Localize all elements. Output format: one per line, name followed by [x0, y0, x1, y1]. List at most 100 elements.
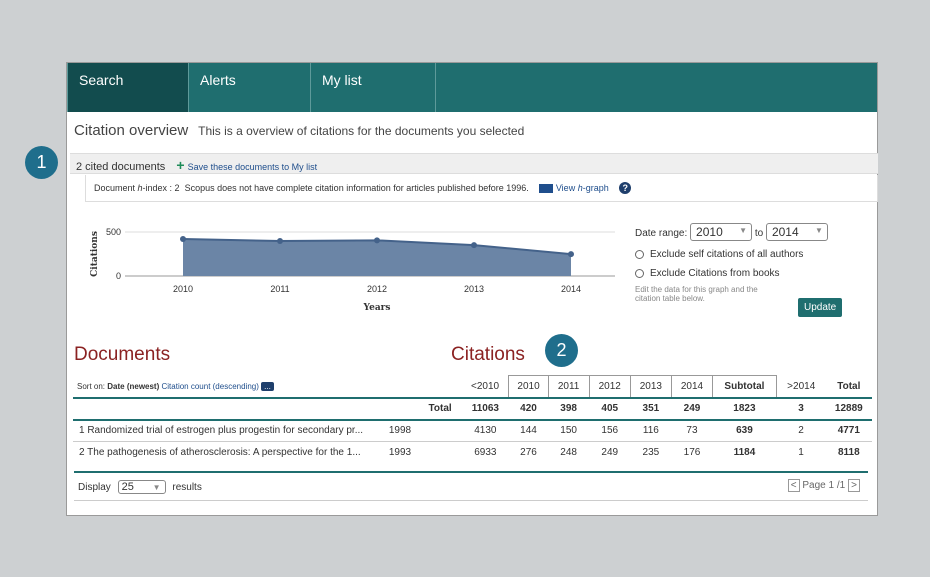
table-cell: 4771 — [825, 419, 872, 442]
citation-overview-panel: Search Alerts My list Citation overview … — [66, 62, 878, 516]
col-header[interactable]: Total — [825, 375, 872, 399]
date-to-select[interactable]: 2014 ▼ — [765, 223, 828, 241]
save-to-list-link[interactable]: Save these documents to My list — [188, 162, 318, 172]
checkbox[interactable] — [635, 268, 644, 278]
view-hgraph-link[interactable]: View h-graph — [556, 183, 609, 193]
marker-2: 2 — [545, 334, 578, 367]
graph-icon[interactable] — [539, 184, 554, 194]
total-row: Total 11063 420 398 405 351 249 1823 3 1… — [73, 397, 872, 421]
table-cell: 249 — [601, 447, 619, 459]
table-cell: 144 — [508, 419, 549, 442]
page-total: /1 — [836, 480, 846, 491]
data-point — [471, 242, 477, 249]
x-tick-label: 2014 — [561, 284, 581, 294]
table-cell: 235 — [642, 447, 660, 459]
table-cell: 1823 — [712, 397, 777, 421]
y-axis-label: Citations — [90, 231, 100, 277]
table-cell: 176 — [683, 447, 701, 459]
to-label: to — [754, 228, 764, 239]
citations-heading: Citations — [451, 344, 525, 365]
tab-alerts[interactable]: Alerts — [188, 63, 310, 112]
citations-chart: 2010 2011 2012 2013 2014 0 500 Years Citations — [90, 227, 615, 313]
table-cell: 248 — [560, 447, 577, 459]
help-icon[interactable]: ? — [619, 182, 632, 194]
table-row: 2 The pathogenesis of atherosclerosis: A… — [73, 442, 872, 464]
data-point — [568, 251, 574, 258]
col-header[interactable]: >2014 — [776, 375, 826, 399]
col-header[interactable]: 2013 — [629, 375, 672, 399]
table-cell: 8118 — [837, 447, 860, 459]
table-header-row: <2010 2010 2011 2012 2013 2014 Subtotal … — [73, 375, 872, 399]
table-cell: 2 — [776, 419, 826, 442]
col-header[interactable]: <2010 — [461, 375, 509, 399]
date-from-value: 2010 — [696, 225, 723, 239]
display-label: Display — [78, 482, 111, 493]
table-cell: 11063 — [461, 397, 509, 421]
next-page-button[interactable]: > — [848, 479, 860, 492]
table-cell: 6933 — [474, 447, 497, 459]
table-cell: 3 — [776, 397, 826, 421]
top-navigation: Search Alerts My list — [67, 63, 877, 112]
table-cell: 398 — [548, 397, 590, 421]
table-cell: 156 — [589, 419, 631, 442]
exclude-books-label: Exclude Citations from books — [650, 268, 780, 279]
col-header[interactable]: Subtotal — [712, 375, 777, 399]
tab-search[interactable]: Search — [67, 63, 188, 112]
per-page-value: 25 — [121, 481, 134, 493]
edit-note: Edit the data for this graph and the cit… — [635, 285, 758, 303]
date-from-select[interactable]: 2010 ▼ — [690, 223, 753, 241]
y-tick-label: 500 — [106, 227, 121, 237]
table-row: 1 Randomized trial of estrogen plus prog… — [73, 419, 872, 442]
cited-count: 2 cited documents — [76, 161, 166, 173]
table-cell: 639 — [712, 419, 777, 442]
col-header[interactable]: 2011 — [547, 375, 590, 399]
prev-page-button[interactable]: < — [787, 479, 800, 492]
view-hgraph-rest: -graph — [582, 183, 609, 193]
chevron-down-icon: ▼ — [739, 226, 748, 235]
document-title-link[interactable]: 2 The pathogenesis of atherosclerosis: A… — [73, 442, 381, 464]
table-cell: 116 — [630, 419, 672, 442]
table-cell: 73 — [671, 419, 713, 442]
table-cell: 1993 — [388, 447, 412, 459]
view-hgraph-prefix: View — [555, 183, 578, 193]
table-cell: 249 — [671, 397, 713, 421]
per-page-select[interactable]: 25 ▼ — [117, 480, 166, 494]
table-cell: 1 — [798, 447, 804, 459]
pager: < Page 1 /1 > — [787, 479, 860, 492]
table-cell: 1184 — [733, 447, 756, 459]
chevron-down-icon: ▼ — [815, 226, 823, 235]
date-to-value: 2014 — [771, 225, 799, 239]
table-cell: 420 — [508, 397, 549, 421]
results-label: results — [172, 482, 202, 493]
area-fill — [183, 239, 571, 276]
col-header[interactable]: 2010 — [508, 375, 549, 399]
hindex-note: Scopus does not have complete citation i… — [184, 183, 529, 193]
hindex-label-prefix: Document — [94, 183, 138, 193]
table-cell: 1998 — [381, 419, 419, 442]
table-cell: 4130 — [461, 419, 509, 442]
plus-icon[interactable]: + — [176, 157, 184, 173]
x-tick-label: 2010 — [173, 284, 193, 294]
y-tick-label: 0 — [116, 271, 121, 281]
chevron-down-icon: ▼ — [152, 483, 161, 492]
table-cell: 351 — [630, 397, 672, 421]
data-point — [180, 236, 186, 243]
tab-my-list[interactable]: My list — [310, 63, 436, 112]
chart-controls: Date range: 2010 ▼ to 2014 ▼ Exclude self … — [635, 223, 828, 303]
date-range-label: Date range: — [635, 228, 688, 239]
update-button[interactable]: Update — [798, 298, 843, 317]
data-point — [277, 237, 283, 244]
exclude-self-label: Exclude self citations of all authors — [650, 249, 804, 260]
documents-heading: Documents — [74, 344, 171, 365]
table-cell: 12889 — [825, 397, 872, 421]
col-header[interactable]: 2012 — [588, 375, 631, 399]
document-title-link[interactable]: 1 Randomized trial of estrogen plus prog… — [73, 419, 382, 442]
checkbox[interactable] — [635, 249, 644, 259]
x-tick-label: 2013 — [464, 284, 484, 294]
col-header[interactable]: 2014 — [670, 375, 714, 399]
total-label: Total — [418, 397, 462, 421]
overview-title: Citation overview — [74, 122, 189, 139]
exclude-self-citations[interactable]: Exclude self citations of all authors — [635, 249, 828, 260]
hindex-label-rest: -index : 2 — [142, 183, 180, 193]
exclude-books[interactable]: Exclude Citations from books — [635, 268, 828, 279]
